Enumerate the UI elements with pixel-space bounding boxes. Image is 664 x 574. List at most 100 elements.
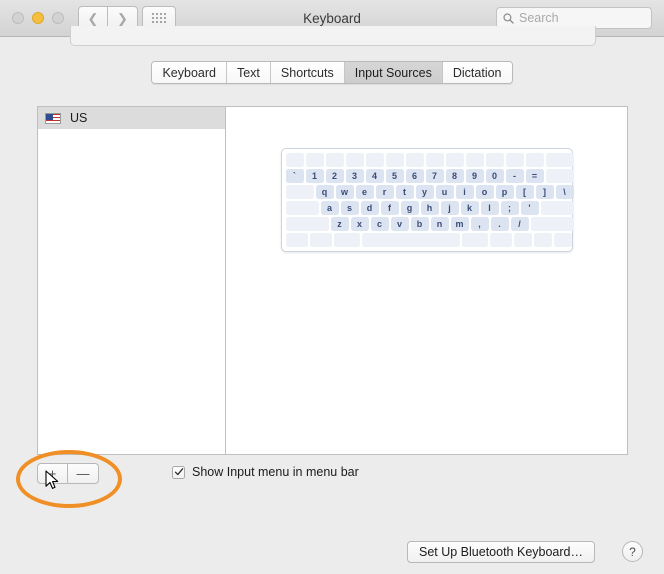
key-blank <box>533 233 552 247</box>
key-blank <box>513 233 532 247</box>
key-blank <box>545 153 574 167</box>
key-p: p <box>495 185 514 199</box>
key-blank <box>365 153 384 167</box>
key-7: 7 <box>425 169 444 183</box>
key-z: z <box>330 217 349 231</box>
keyboard-number-row: ` 1 2 3 4 5 6 7 8 9 0- = <box>285 169 574 183</box>
key-f: f <box>380 201 399 215</box>
key-,: , <box>470 217 489 231</box>
key-blank <box>285 185 314 199</box>
key-=: = <box>525 169 544 183</box>
key-k: k <box>460 201 479 215</box>
us-flag-icon <box>45 112 61 124</box>
key-blank <box>285 233 308 247</box>
key-q: q <box>315 185 334 199</box>
list-item-us[interactable]: US <box>38 107 225 129</box>
key-blank <box>333 233 360 247</box>
key-w: w <box>335 185 354 199</box>
key-5: 5 <box>385 169 404 183</box>
key-a: a <box>320 201 339 215</box>
key-blank <box>285 217 329 231</box>
input-sources-list[interactable]: US <box>38 107 226 454</box>
key-.: . <box>490 217 509 231</box>
key-3: 3 <box>345 169 364 183</box>
key-`: ` <box>285 169 304 183</box>
key-blank <box>505 153 524 167</box>
keyboard-modifier-row <box>285 233 572 247</box>
keyboard-function-row <box>285 153 574 167</box>
key-m: m <box>450 217 469 231</box>
key-blank <box>489 233 512 247</box>
keyboard-home-row: a s d f g h j k l; ' <box>285 201 574 215</box>
keyboard-bottom-letter-row: z x c v b n m,. / <box>285 217 574 231</box>
tab-dictation[interactable]: Dictation <box>442 62 512 83</box>
key-blank <box>465 153 484 167</box>
key-h: h <box>420 201 439 215</box>
key-': ' <box>520 201 539 215</box>
minimize-button[interactable] <box>32 12 44 24</box>
show-input-menu-row[interactable]: Show Input menu in menu bar <box>172 465 359 479</box>
key-]: ] <box>535 185 554 199</box>
key-\: \ <box>555 185 574 199</box>
key-s: s <box>340 201 359 215</box>
key-blank <box>345 153 364 167</box>
show-input-menu-label: Show Input menu in menu bar <box>192 465 359 479</box>
list-item-label: US <box>70 111 88 125</box>
key-r: r <box>375 185 394 199</box>
help-button[interactable]: ? <box>622 541 643 562</box>
key-v: v <box>390 217 409 231</box>
key-8: 8 <box>445 169 464 183</box>
key-b: b <box>410 217 429 231</box>
key-blank <box>285 153 304 167</box>
key-;: ; <box>500 201 519 215</box>
key-blank <box>309 233 332 247</box>
key-d: d <box>360 201 379 215</box>
tab-keyboard[interactable]: Keyboard <box>152 62 227 83</box>
key-1: 1 <box>305 169 324 183</box>
key-blank <box>540 201 574 215</box>
close-button[interactable] <box>12 12 24 24</box>
tab-group: Keyboard Text Shortcuts Input Sources Di… <box>151 61 513 84</box>
search-icon <box>503 12 514 24</box>
keyboard-preview-area: ` 1 2 3 4 5 6 7 8 9 0- = q w e r t y u i o p[] \ a s d f g h j k l; ' z x c… <box>226 107 627 454</box>
remove-input-source-button[interactable]: — <box>68 463 99 484</box>
tab-text[interactable]: Text <box>226 62 271 83</box>
checkmark-icon <box>174 468 183 476</box>
input-source-edit-buttons: + — <box>37 463 99 484</box>
key-blank <box>405 153 424 167</box>
key-c: c <box>370 217 389 231</box>
show-input-menu-checkbox[interactable] <box>172 465 185 479</box>
key-4: 4 <box>365 169 384 183</box>
key-g: g <box>400 201 419 215</box>
tab-input-sources[interactable]: Input Sources <box>344 62 443 83</box>
key-blank <box>385 153 404 167</box>
key-l: l <box>480 201 499 215</box>
preference-tabbar: Keyboard Text Shortcuts Input Sources Di… <box>0 61 664 84</box>
key-t: t <box>395 185 414 199</box>
set-up-bluetooth-keyboard-button[interactable]: Set Up Bluetooth Keyboard… <box>407 541 595 563</box>
pane-top-edge <box>70 26 596 46</box>
key-blank <box>325 153 344 167</box>
key-o: o <box>475 185 494 199</box>
add-input-source-button[interactable]: + <box>37 463 68 484</box>
key-i: i <box>455 185 474 199</box>
zoom-button[interactable] <box>52 12 64 24</box>
traffic-light-buttons <box>12 12 64 24</box>
key-blank <box>425 153 444 167</box>
key-n: n <box>430 217 449 231</box>
key-blank <box>305 153 324 167</box>
keyboard-top-letter-row: q w e r t y u i o p[] \ <box>285 185 574 199</box>
key-blank <box>361 233 460 247</box>
key-j: j <box>440 201 459 215</box>
search-placeholder: Search <box>519 11 559 25</box>
key-blank <box>285 201 319 215</box>
keyboard-layout-viewer: ` 1 2 3 4 5 6 7 8 9 0- = q w e r t y u i o p[] \ a s d f g h j k l; ' z x c… <box>280 148 574 252</box>
keyboard-preferences-window: ❮ ❯ Keyboard Search Keyboard Text Shortc… <box>0 0 664 574</box>
key-blank <box>553 233 572 247</box>
chevron-right-icon: ❯ <box>117 10 128 26</box>
tab-shortcuts[interactable]: Shortcuts <box>270 62 345 83</box>
key-blank <box>461 233 488 247</box>
key-x: x <box>350 217 369 231</box>
input-sources-panel: US ` 1 2 3 4 5 6 7 8 9 0- = q w e r t y u i o p[] \ a s d f g h j k l; '… <box>37 106 628 455</box>
key-blank <box>445 153 464 167</box>
